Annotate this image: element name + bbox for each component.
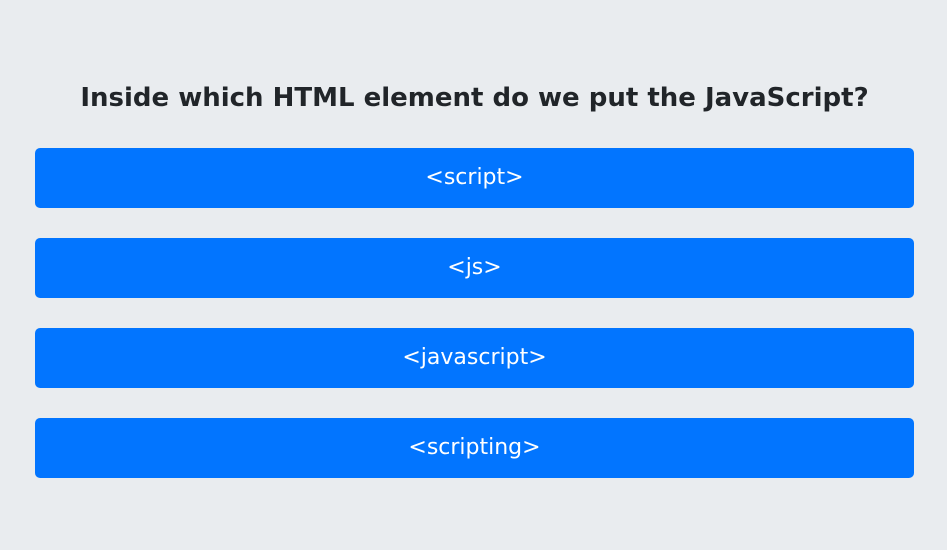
- answer-button-scripting[interactable]: <scripting>: [35, 418, 914, 478]
- answer-list: <script> <js> <javascript> <scripting>: [35, 148, 914, 508]
- question-title: Inside which HTML element do we put the …: [80, 83, 869, 113]
- answer-button-js[interactable]: <js>: [35, 238, 914, 298]
- answer-button-javascript[interactable]: <javascript>: [35, 328, 914, 388]
- answer-button-script[interactable]: <script>: [35, 148, 914, 208]
